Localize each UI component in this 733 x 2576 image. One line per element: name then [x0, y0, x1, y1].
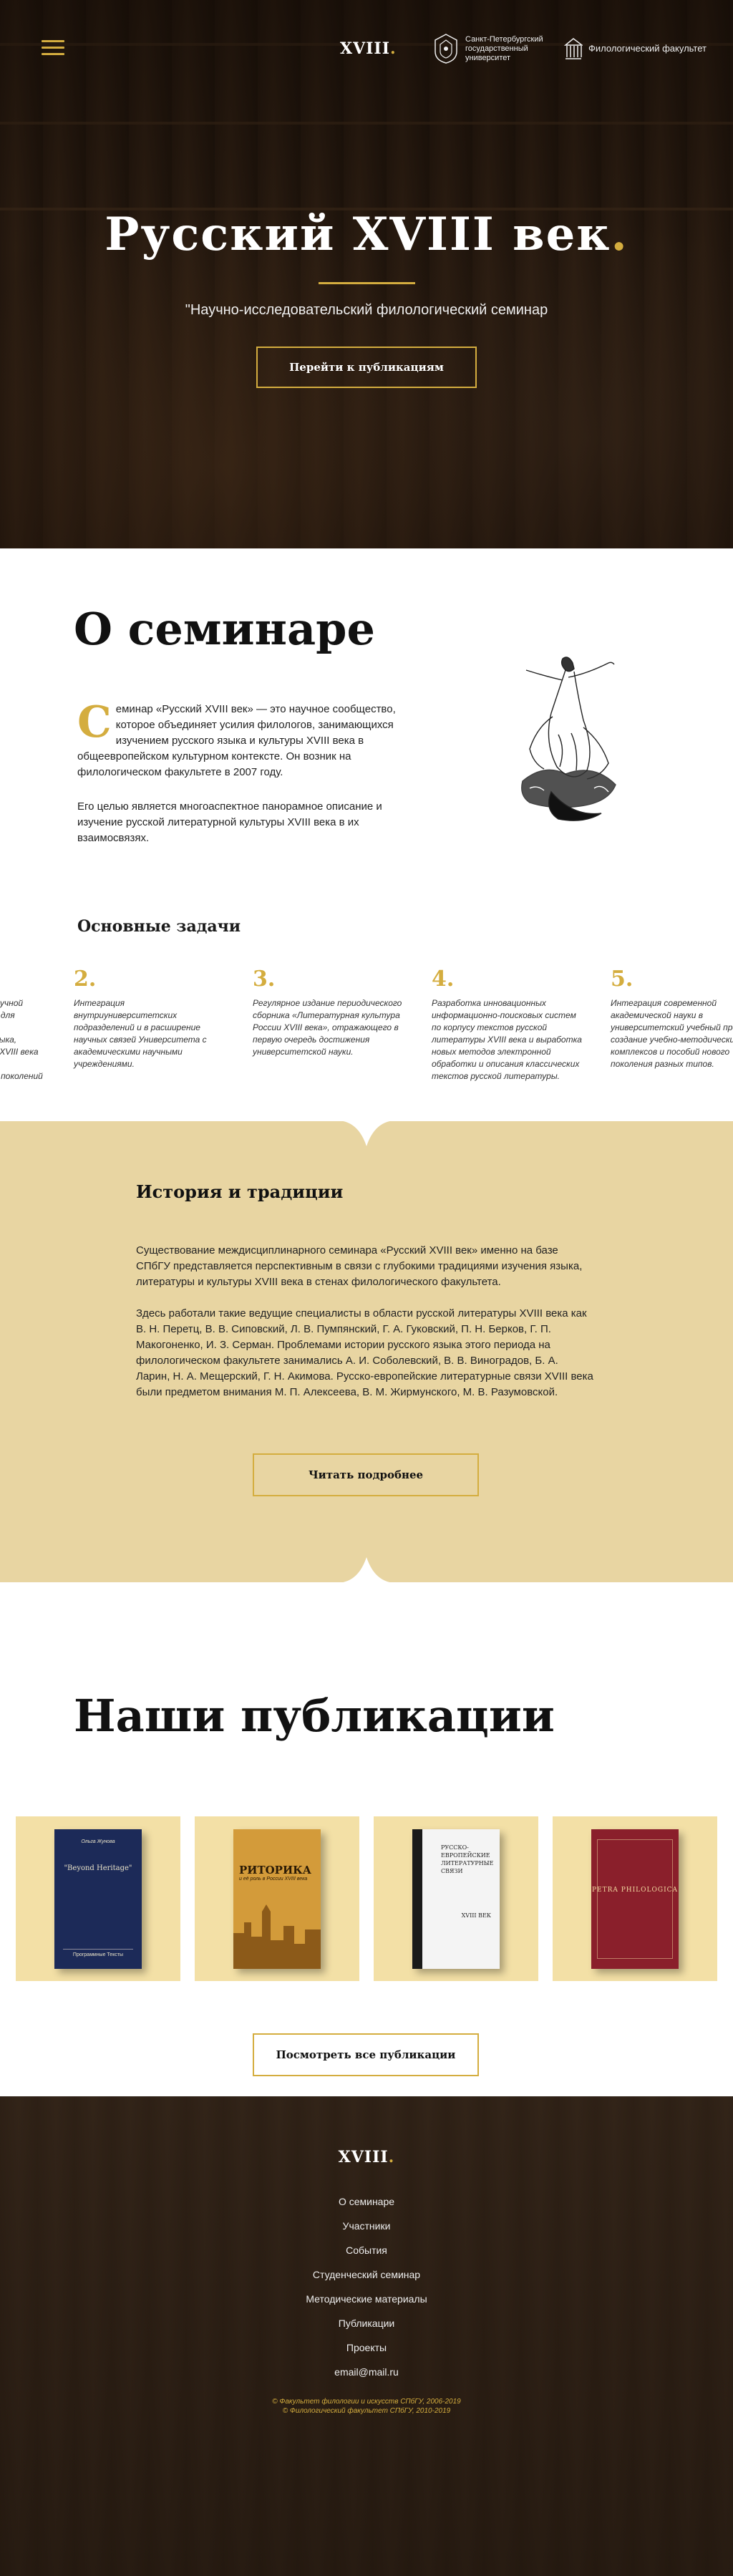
- task-text: Интеграция современной академической нау…: [611, 998, 733, 1069]
- footer-nav: О семинаре Участники События Студенчески…: [0, 2189, 733, 2384]
- history-paragraph: Здесь работали такие ведущие специалисты…: [136, 1307, 593, 1398]
- hero-section: XVIII. Санкт-Петербургский государственн…: [0, 0, 733, 548]
- publication-card[interactable]: Ольга Жунова "Beyond Heritage" Программн…: [16, 1816, 180, 1981]
- footer-link-student-seminar[interactable]: Студенческий семинар: [0, 2262, 733, 2287]
- publication-card[interactable]: РИТОРИКА и её роль в России XVIII века: [195, 1816, 359, 1981]
- footer: XVIII. О семинаре Участники События Студ…: [0, 2096, 733, 2576]
- task-text: Интеграция внутриуниверситетских подразд…: [74, 998, 207, 1069]
- publications-section: Наши публикации Ольга Жунова "Beyond Her…: [0, 1582, 733, 2096]
- muse-engraving-illustration: [521, 657, 616, 821]
- about-paragraph: Его целью является многоаспектное панора…: [77, 800, 382, 844]
- history-section: История и традиции Существование междисц…: [0, 1120, 733, 1583]
- book-author: Ольга Жунова: [81, 1839, 115, 1844]
- dropcap-letter: С: [77, 697, 112, 747]
- book-subtitle: и её роль в России XVIII века: [239, 1876, 308, 1882]
- faculty-building-icon: [564, 38, 583, 59]
- about-text: Семинар «Русский XVIII век» — это научно…: [77, 697, 407, 846]
- about-paragraph: еминар «Русский XVIII век» — это научное…: [77, 703, 396, 778]
- footer-link-events[interactable]: События: [0, 2238, 733, 2262]
- all-publications-button[interactable]: Посмотреть все публикации: [253, 2033, 479, 2076]
- task-text: Разработка инновационных информационно-п…: [432, 998, 582, 1081]
- task-item: 3. Регулярное издание периодического сбо…: [253, 967, 403, 1058]
- footer-link-materials[interactable]: Методические материалы: [0, 2287, 733, 2311]
- section-divider: [0, 1557, 733, 1583]
- task-item: 4. Разработка инновационных информационн…: [432, 967, 582, 1083]
- task-number: 3.: [253, 967, 276, 992]
- book-cover: РИТОРИКА и её роль в России XVIII века: [233, 1829, 321, 1969]
- book-cover: РУССКО-ЕВРОПЕЙСКИЕ ЛИТЕРАТУРНЫЕ СВЯЗИ XV…: [412, 1829, 500, 1969]
- history-text: Существование междисциплинарного семинар…: [136, 1243, 594, 1400]
- book-cover: PETRA PHILOLOGICA: [591, 1829, 679, 1969]
- top-bar: XVIII. Санкт-Петербургский государственн…: [0, 29, 733, 72]
- faculty-logo[interactable]: Филологический факультет: [564, 36, 707, 60]
- book-title: PETRA PHILOLOGICA: [591, 1886, 679, 1894]
- task-item: 1. Сохранение и изучение научной традици…: [0, 967, 44, 1095]
- footer-link-publications[interactable]: Публикации: [0, 2311, 733, 2335]
- university-name: Санкт-Петербургский государственный унив…: [465, 34, 543, 62]
- section-divider: [0, 1120, 733, 1146]
- book-subtitle: XVIII ВЕК: [461, 1912, 491, 1919]
- footer-link-projects[interactable]: Проекты: [0, 2335, 733, 2360]
- about-section: О семинаре Семинар «Русский XVIII век» —…: [0, 548, 733, 1121]
- faculty-name: Филологический факультет: [588, 42, 707, 54]
- task-number: 1.: [0, 967, 44, 992]
- footer-logo[interactable]: XVIII.: [0, 2148, 733, 2166]
- book-illustration: [233, 1904, 321, 1969]
- task-text: Сохранение и изучение научной традиции, …: [0, 998, 43, 1081]
- copyright: © Факультет филологии и искусств СПбГУ, …: [0, 2397, 733, 2416]
- tasks-carousel[interactable]: 1. Сохранение и изучение научной традици…: [0, 967, 733, 1096]
- publications-title: Наши публикации: [74, 1690, 555, 1742]
- read-more-button[interactable]: Читать подробнее: [253, 1453, 479, 1496]
- book-publisher: Программные Тексты: [63, 1948, 133, 1957]
- book-title: РИТОРИКА: [239, 1863, 311, 1877]
- footer-link-about[interactable]: О семинаре: [0, 2189, 733, 2214]
- go-to-publications-button[interactable]: Перейти к публикациям: [256, 347, 477, 388]
- task-item: 5. Интеграция современной академической …: [611, 967, 733, 1070]
- history-paragraph: Существование междисциплинарного семинар…: [136, 1244, 583, 1288]
- book-title: РУССКО-ЕВРОПЕЙСКИЕ ЛИТЕРАТУРНЫЕ СВЯЗИ: [441, 1844, 494, 1874]
- hero-overlay: [0, 0, 733, 548]
- footer-link-members[interactable]: Участники: [0, 2214, 733, 2238]
- task-number: 4.: [432, 967, 455, 992]
- university-logo[interactable]: Санкт-Петербургский государственный унив…: [432, 33, 551, 64]
- task-item: 2. Интеграция внутриуниверситетских подр…: [74, 967, 224, 1070]
- about-title: О семинаре: [74, 603, 375, 655]
- book-title: "Beyond Heritage": [64, 1864, 132, 1872]
- site-logo[interactable]: XVIII.: [340, 39, 397, 58]
- footer-link-email[interactable]: email@mail.ru: [0, 2360, 733, 2384]
- menu-icon[interactable]: [42, 40, 64, 56]
- tasks-title: Основные задачи: [77, 917, 241, 936]
- publications-list: Ольга Жунова "Beyond Heritage" Программн…: [16, 1816, 717, 1981]
- title-underline: [319, 282, 415, 284]
- page-title: Русский XVIII век.: [105, 208, 628, 261]
- copyright-line: © Факультет филологии и искусств СПбГУ, …: [272, 2398, 461, 2406]
- book-cover: Ольга Жунова "Beyond Heritage" Программн…: [54, 1829, 142, 1969]
- copyright-line: © Филологический факультет СПбГУ, 2010-2…: [282, 2407, 451, 2415]
- task-text: Регулярное издание периодического сборни…: [253, 998, 402, 1057]
- task-number: 2.: [74, 967, 97, 992]
- history-title: История и традиции: [136, 1181, 344, 1202]
- publication-card[interactable]: РУССКО-ЕВРОПЕЙСКИЕ ЛИТЕРАТУРНЫЕ СВЯЗИ XV…: [374, 1816, 538, 1981]
- publication-card[interactable]: PETRA PHILOLOGICA: [553, 1816, 717, 1981]
- hero-subtitle: "Научно-исследовательский филологический…: [185, 302, 548, 318]
- task-number: 5.: [611, 967, 634, 992]
- crest-icon: [435, 34, 457, 64]
